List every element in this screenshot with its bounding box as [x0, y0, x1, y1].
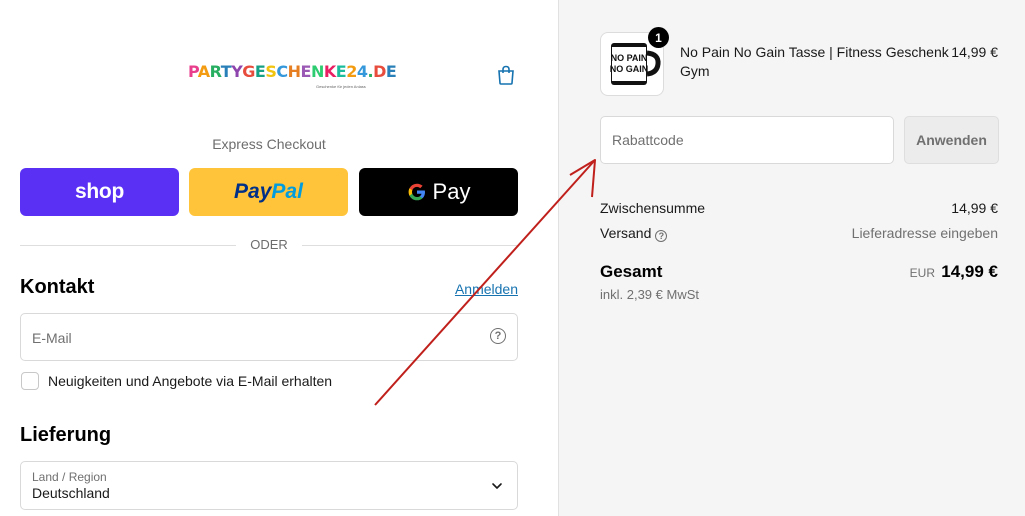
- help-icon[interactable]: ?: [490, 328, 506, 344]
- logo-tagline: Geschenke für jeden Anlass: [316, 84, 366, 89]
- product-price: 14,99 €: [951, 44, 998, 60]
- shop-pay-button[interactable]: shop: [20, 168, 179, 216]
- product-name: No Pain No Gain Tasse | Fitness Geschenk…: [680, 44, 949, 79]
- shipping-value: Lieferadresse eingeben: [851, 225, 998, 241]
- country-select-label: Land / Region: [32, 470, 107, 484]
- country-select[interactable]: Land / Region Deutschland: [20, 461, 518, 510]
- shipping-label: Versand: [600, 225, 652, 241]
- divider-left: [20, 245, 236, 246]
- contact-heading: Kontakt: [20, 276, 95, 298]
- store-logo[interactable]: PARTYGESCHENKE24.DE Geschenke für jeden …: [188, 62, 397, 94]
- newsletter-checkbox[interactable]: [21, 372, 39, 390]
- paypal-button[interactable]: Pay Pal: [189, 168, 348, 216]
- shipping-row: Versand?: [600, 225, 668, 242]
- mug-print-line-1: NO PAIN: [611, 53, 648, 63]
- login-link[interactable]: Anmelden: [455, 281, 518, 297]
- subtotal-label: Zwischensumme: [600, 200, 706, 216]
- express-checkout-label: Express Checkout: [212, 136, 326, 152]
- shop-pay-label: shop: [75, 180, 124, 203]
- delivery-heading: Lieferung: [20, 424, 112, 446]
- order-summary-panel: NO PAIN NO GAIN 1 No Pain No Gain Tasse …: [558, 0, 1025, 516]
- apply-discount-button[interactable]: Anwenden: [904, 116, 999, 164]
- divider-right: [302, 245, 518, 246]
- shopping-bag-icon[interactable]: [495, 64, 517, 86]
- quantity-badge: 1: [648, 27, 669, 48]
- chevron-down-icon: [492, 483, 502, 489]
- shipping-help-icon[interactable]: ?: [655, 230, 668, 242]
- google-pay-label: Pay: [432, 179, 471, 204]
- total-value: 14,99 €: [941, 262, 998, 281]
- paypal-label-part1: Pay: [234, 180, 272, 203]
- google-pay-button[interactable]: Pay: [359, 168, 518, 216]
- discount-code-input[interactable]: Rabattcode: [600, 116, 894, 164]
- logo-text: PARTYGESCHENKE24.DE: [188, 62, 397, 81]
- email-placeholder: E-Mail: [32, 330, 72, 346]
- country-select-value: Deutschland: [32, 485, 110, 501]
- or-divider-label: ODER: [250, 237, 288, 252]
- total-label: Gesamt: [600, 262, 663, 281]
- newsletter-label: Neuigkeiten und Angebote via E-Mail erha…: [48, 373, 333, 389]
- google-g-icon: [408, 183, 425, 201]
- checkout-main-panel: PARTYGESCHENKE24.DE Geschenke für jeden …: [0, 0, 558, 516]
- currency-code: EUR: [909, 266, 935, 280]
- subtotal-value: 14,99 €: [951, 200, 998, 216]
- mug-print-line-2: NO GAIN: [610, 64, 649, 74]
- discount-placeholder: Rabattcode: [612, 132, 684, 148]
- paypal-label-part2: Pal: [271, 180, 303, 203]
- email-field[interactable]: E-Mail ?: [20, 313, 518, 361]
- tax-note: inkl. 2,39 € MwSt: [600, 287, 699, 302]
